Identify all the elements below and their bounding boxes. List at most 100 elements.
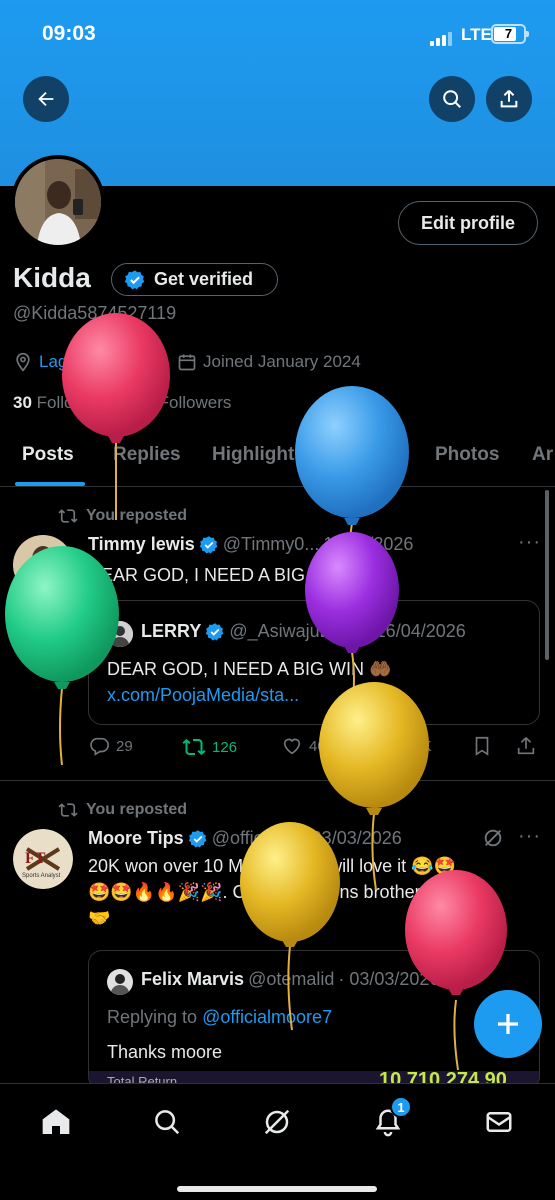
- quoted-author-avatar: [107, 621, 133, 647]
- compose-post-button[interactable]: [474, 990, 542, 1058]
- reply-icon: [90, 737, 109, 756]
- grok-icon: [264, 1109, 290, 1135]
- share-icon: [500, 90, 518, 108]
- post-text-line: 🤝: [88, 908, 111, 928]
- post-text: 20K won over 10 Million , You will love …: [88, 853, 528, 931]
- followers-label: Followers: [158, 393, 232, 412]
- search-icon: [155, 1110, 180, 1135]
- more-options-icon[interactable]: ···: [518, 531, 541, 554]
- home-icon: [42, 1109, 70, 1134]
- reply-button[interactable]: 29: [88, 735, 133, 757]
- logo-text: FT: [25, 850, 46, 867]
- post-author-name[interactable]: Moore Tips: [88, 828, 184, 849]
- post-text: DEAR GOD, I NEED A BIG WIN 🤲🏾: [88, 565, 373, 585]
- profile-location: Lagos, Nigeria: [13, 352, 149, 372]
- quoted-author-name: LERRY: [141, 621, 202, 641]
- notification-badge: 1: [390, 1096, 412, 1118]
- reply-count: 29: [116, 737, 133, 755]
- repost-indicator: You reposted: [58, 506, 187, 526]
- quoted-author-handle: @_AsiwajuLerry: [229, 621, 361, 641]
- bookmark-button[interactable]: [471, 735, 493, 757]
- tab-photos[interactable]: Photos: [435, 444, 499, 466]
- repost-button[interactable]: 126: [182, 735, 237, 759]
- nav-grok[interactable]: [255, 1100, 299, 1144]
- search-button[interactable]: [429, 76, 475, 122]
- nav-notifications[interactable]: 1: [366, 1096, 412, 1144]
- quoted-author-avatar: [107, 969, 133, 995]
- home-indicator[interactable]: [177, 1186, 377, 1192]
- plus-icon: [498, 1014, 518, 1034]
- quoted-date: · 16/04/2026: [364, 621, 466, 641]
- scrollbar[interactable]: [545, 490, 549, 660]
- bookmark-icon: [475, 736, 489, 756]
- repost-indicator: You reposted: [58, 800, 187, 820]
- joined-date: Joined January 2024: [203, 352, 361, 371]
- avatar-photo: [15, 159, 101, 245]
- repost-icon: [58, 803, 78, 817]
- signal-icon: [430, 30, 456, 46]
- share-icon: [517, 737, 535, 755]
- quoted-text-body: DEAR GOD, I NEED A BIG WIN 🤲🏾: [107, 659, 392, 679]
- more-options-icon[interactable]: ···: [518, 825, 541, 848]
- quoted-header: Felix Marvis @otemalid · 03/03/2026: [141, 969, 439, 990]
- logo-subtext: Sports Analyst: [22, 873, 61, 879]
- search-icon: [443, 90, 461, 108]
- back-button[interactable]: [23, 76, 69, 122]
- tab-articles[interactable]: Ar: [532, 444, 553, 466]
- nav-home[interactable]: [34, 1100, 78, 1144]
- post-divider: [0, 780, 555, 781]
- following-link[interactable]: 30 Following: [13, 393, 108, 413]
- repost-icon: [182, 738, 206, 756]
- repost-count: 126: [212, 738, 238, 756]
- replying-to: Replying to @officialmoore7: [107, 1004, 332, 1030]
- profile-avatar[interactable]: [11, 155, 105, 249]
- repost-label: You reposted: [86, 801, 188, 818]
- profile-handle: @Kidda5874527119: [13, 303, 177, 323]
- get-verified-button[interactable]: Get verified: [111, 263, 278, 296]
- quoted-post[interactable]: LERRY @_AsiwajuLerry · 16/04/2026 DEAR G…: [88, 600, 540, 725]
- post-author-avatar[interactable]: FT Sports Analyst: [13, 829, 73, 889]
- heart-icon: [283, 738, 301, 755]
- post-actions: 29 126 407 23K: [0, 735, 555, 765]
- followers-count: 46: [135, 393, 154, 412]
- tab-videos[interactable]: Videos: [340, 444, 402, 466]
- quoted-header: LERRY @_AsiwajuLerry · 16/04/2026: [141, 621, 466, 642]
- status-time: 09:03: [42, 22, 96, 45]
- avatar-photo: [13, 535, 73, 595]
- nav-messages[interactable]: [477, 1100, 521, 1144]
- post-text-line: 🤩🤩🔥🔥🎉🎉. Congratulations brother 🙌🏾: [88, 882, 448, 902]
- quoted-post[interactable]: Felix Marvis @otemalid · 03/03/2026 Repl…: [88, 950, 540, 1090]
- post-author-handle[interactable]: @officiat...: [212, 828, 297, 849]
- view-count: 23K: [405, 737, 432, 755]
- profile-tabs: Posts Replies Highlights Videos Photos A…: [0, 430, 555, 487]
- post-author-name[interactable]: Timmy lewis: [88, 534, 195, 555]
- tab-replies[interactable]: Replies: [113, 444, 181, 466]
- like-button[interactable]: 407: [281, 735, 334, 757]
- nav-search[interactable]: [145, 1100, 189, 1144]
- post-date: 16/04/2026: [323, 534, 414, 554]
- brand-logo: FT Sports Analyst: [13, 829, 73, 889]
- tab-highlights[interactable]: Highlights: [212, 444, 305, 466]
- quoted-link[interactable]: x.com/PoojaMedia/sta...: [107, 685, 299, 705]
- verified-badge-icon: [124, 269, 145, 289]
- active-tab-indicator: [15, 482, 85, 486]
- post-header: Moore Tips @officiat... · 03/03/2026: [88, 828, 402, 849]
- calendar-icon: [178, 354, 196, 371]
- verified-badge-icon: [188, 829, 207, 847]
- arrow-left-icon: [38, 91, 54, 107]
- verified-badge-icon: [199, 535, 218, 553]
- profile-name: Kidda: [13, 262, 91, 293]
- share-button[interactable]: [486, 76, 532, 122]
- post-author-avatar[interactable]: [13, 535, 73, 595]
- quoted-author-handle: @otemalid: [248, 969, 335, 989]
- replying-to-handle[interactable]: @officialmoore7: [202, 1007, 332, 1027]
- post-author-handle[interactable]: @Timmy0...: [223, 534, 320, 555]
- location-link[interactable]: Lagos, Nigeria: [39, 352, 149, 372]
- views-button[interactable]: 23K: [377, 735, 432, 757]
- tab-posts[interactable]: Posts: [22, 444, 74, 466]
- share-post-button[interactable]: [515, 735, 537, 757]
- edit-profile-button[interactable]: Edit profile: [398, 201, 538, 245]
- bottom-navigation: 1: [0, 1083, 555, 1200]
- grok-icon[interactable]: [482, 827, 504, 854]
- followers-link[interactable]: 46 Followers: [135, 393, 231, 413]
